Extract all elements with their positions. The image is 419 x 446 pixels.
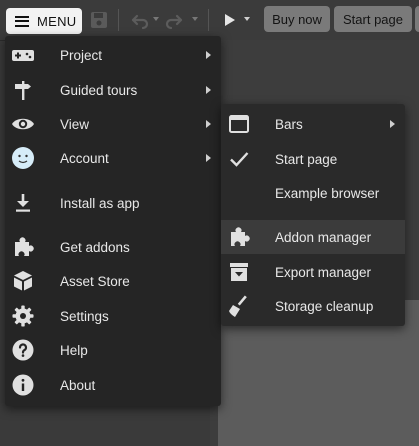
submenu-item-label: Bars xyxy=(275,116,303,132)
submenu-item-example-browser[interactable]: Example browser xyxy=(221,176,405,210)
menu-item-about[interactable]: About xyxy=(5,368,221,402)
eye-icon xyxy=(12,118,34,130)
submenu-item-label: Export manager xyxy=(275,264,372,280)
box-icon xyxy=(14,271,32,291)
menu-item-label: Guided tours xyxy=(60,82,138,98)
window-icon xyxy=(229,115,249,133)
question-icon xyxy=(12,339,34,361)
submenu-arrow-icon xyxy=(206,120,211,128)
submenu-item-label: Example browser xyxy=(275,185,380,201)
play-icon[interactable] xyxy=(219,10,241,30)
menu-item-label: Settings xyxy=(60,308,109,324)
hamburger-icon xyxy=(15,15,29,27)
menu-item-label: About xyxy=(60,377,96,393)
menu-button[interactable]: MENU xyxy=(6,8,82,34)
submenu-item-storage-cleanup[interactable]: Storage cleanup xyxy=(221,289,405,323)
menu-item-guided-tours[interactable]: Guided tours xyxy=(5,73,221,107)
submenu-item-label: Start page xyxy=(275,151,338,167)
start-page-button[interactable]: Start page xyxy=(334,6,412,32)
menu-item-label: Project xyxy=(60,47,103,63)
submenu-arrow-icon xyxy=(390,120,395,128)
undo-dropdown-icon[interactable] xyxy=(153,17,159,21)
submenu-item-bars[interactable]: Bars xyxy=(221,107,405,141)
avatar-icon xyxy=(12,147,34,169)
redo-dropdown-icon[interactable] xyxy=(192,17,198,21)
checkmark-icon xyxy=(230,152,249,167)
menu-item-label: View xyxy=(60,116,90,132)
menu-item-account[interactable]: Account xyxy=(5,141,221,175)
menu-item-help[interactable]: Help xyxy=(5,333,221,367)
gear-icon xyxy=(12,305,34,327)
menu-item-install-as-app[interactable]: Install as app xyxy=(5,186,221,220)
submenu-arrow-icon xyxy=(206,51,211,59)
main-menu: Project Guided tours View Account Instal… xyxy=(5,36,221,406)
export-box-icon xyxy=(230,263,248,281)
submenu-item-label: Storage cleanup xyxy=(275,298,374,314)
undo-icon[interactable] xyxy=(128,10,150,30)
play-dropdown-icon[interactable] xyxy=(244,17,250,21)
submenu-arrow-icon xyxy=(206,86,211,94)
view-submenu: Bars Start page Example browser Addon ma… xyxy=(221,104,405,326)
puzzle-icon xyxy=(15,237,34,256)
toolbar-divider xyxy=(118,9,119,31)
puzzle-icon xyxy=(231,227,250,246)
toolbar-overflow-button[interactable] xyxy=(415,6,419,32)
gamepad-icon xyxy=(12,50,34,61)
menu-item-label: Install as app xyxy=(60,195,140,211)
save-icon[interactable] xyxy=(88,10,110,30)
info-icon xyxy=(12,374,34,396)
submenu-item-start-page[interactable]: Start page xyxy=(221,142,405,176)
redo-icon[interactable] xyxy=(164,10,186,30)
menu-item-get-addons[interactable]: Get addons xyxy=(5,230,221,264)
submenu-item-addon-manager[interactable]: Addon manager xyxy=(221,220,405,254)
menu-item-view[interactable]: View xyxy=(5,107,221,141)
menu-item-settings[interactable]: Settings xyxy=(5,299,221,333)
submenu-item-export-manager[interactable]: Export manager xyxy=(221,255,405,289)
download-icon xyxy=(16,194,30,212)
buy-now-label: Buy now xyxy=(272,11,322,27)
menu-item-label: Help xyxy=(60,342,88,358)
menu-item-label: Get addons xyxy=(60,239,130,255)
submenu-item-label: Addon manager xyxy=(275,229,372,245)
buy-now-button[interactable]: Buy now xyxy=(264,6,330,32)
menu-item-label: Asset Store xyxy=(60,273,130,289)
submenu-arrow-icon xyxy=(206,154,211,162)
signpost-icon xyxy=(15,81,31,100)
start-page-label: Start page xyxy=(343,11,403,27)
broom-icon xyxy=(229,295,247,317)
menu-button-label: MENU xyxy=(37,13,77,29)
toolbar-divider xyxy=(208,9,209,31)
menu-item-label: Account xyxy=(60,150,109,166)
menu-item-asset-store[interactable]: Asset Store xyxy=(5,264,221,298)
toolbar: MENU Buy now Start page xyxy=(0,0,419,41)
menu-item-project[interactable]: Project xyxy=(5,38,221,72)
